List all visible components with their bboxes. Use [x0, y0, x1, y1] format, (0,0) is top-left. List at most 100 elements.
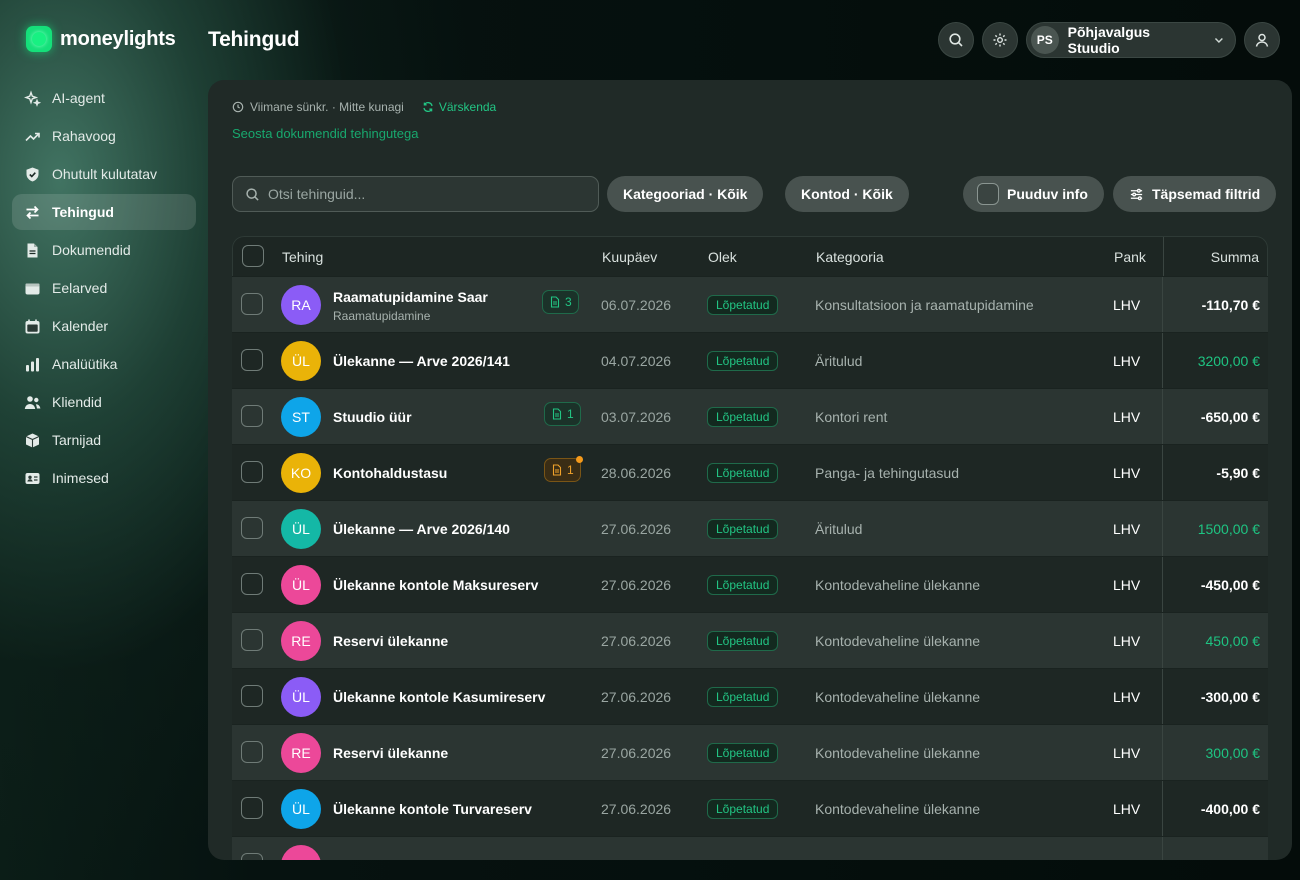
amount-cell: -110,70 €: [1162, 277, 1268, 333]
refresh-button[interactable]: Värskenda: [422, 100, 496, 114]
row-checkbox[interactable]: [241, 797, 263, 819]
search-icon: [246, 187, 259, 201]
transaction-category[interactable]: Äritulud: [815, 353, 862, 369]
sliders-icon: [1130, 188, 1143, 200]
search-input[interactable]: [268, 186, 568, 202]
sync-status: Viimane sünkr. · Mitte kunagi Värskenda: [232, 100, 496, 114]
documents-badge[interactable]: 1: [544, 402, 581, 426]
sidebar-item-tarnijad[interactable]: Tarnijad: [12, 422, 196, 458]
transaction-category[interactable]: Kontodevaheline ülekanne: [815, 577, 980, 593]
transaction-date: 27.06.2026: [601, 801, 672, 817]
categories-filter[interactable]: Kategooriad · Kõik: [607, 176, 764, 212]
sidebar-item-inimesed[interactable]: Inimesed: [12, 460, 196, 496]
transaction-category[interactable]: Konsultatsioon ja raamatupidamine: [815, 297, 1034, 313]
transaction-date: 28.06.2026: [601, 465, 672, 481]
transaction-category[interactable]: Kontori rent: [815, 409, 887, 425]
warning-dot: [575, 456, 583, 463]
gear-icon: [993, 33, 1007, 47]
table-header: Tehing Kuupäev Olek Kategooria Pank Summ…: [232, 236, 1268, 277]
sidebar-item-kliendid[interactable]: Kliendid: [12, 384, 196, 420]
sidebar-item-ohutult-kulutatav[interactable]: Ohutult kulutatav: [12, 156, 196, 192]
transaction-category[interactable]: Kontodevaheline ülekanne: [815, 745, 980, 761]
sidebar-item-rahavoog[interactable]: Rahavoog: [12, 118, 196, 154]
select-all-checkbox[interactable]: [242, 245, 264, 267]
row-checkbox[interactable]: [241, 405, 263, 427]
row-checkbox[interactable]: [241, 573, 263, 595]
transaction-amount: 300,00 €: [1205, 745, 1261, 761]
table-row[interactable]: ST Stuudio üür 1 03.07.2026 Lõpetatud Kontori…: [232, 388, 1268, 445]
table-row[interactable]: ÜL Ülekanne — Arve 2026/141 04.07.2026 Lõpe…: [232, 332, 1268, 389]
advanced-filters-button[interactable]: Täpsemad filtrid: [1113, 176, 1277, 212]
sidebar-item-eelarved[interactable]: Eelarved: [12, 270, 196, 306]
table-row[interactable]: KO Kontohaldustasu 1 28.06.2026 Lõpetatud Pan…: [232, 444, 1268, 501]
transaction-bank: LHV: [1113, 297, 1141, 313]
transaction-bank: LHV: [1113, 801, 1141, 817]
table-row[interactable]: ÜL Ülekanne kontole Kasumireserv 27.06.202…: [232, 668, 1268, 725]
accounts-filter[interactable]: Kontod · Kõik: [785, 176, 909, 212]
row-checkbox[interactable]: [241, 629, 263, 651]
settings-button[interactable]: [982, 22, 1018, 58]
sidebar-item-dokumendid[interactable]: Dokumendid: [12, 232, 196, 268]
transaction-category[interactable]: Kontodevaheline ülekanne: [815, 633, 980, 649]
row-checkbox[interactable]: [241, 517, 263, 539]
transaction-category[interactable]: Kontodevaheline ülekanne: [815, 801, 980, 817]
table-row[interactable]: RE Reservi ülekanne 27.06.2026 Lõpetatud Kon…: [232, 724, 1268, 781]
status-badge: Lõpetatud: [707, 295, 779, 315]
transaction-amount: 450,00 €: [1205, 633, 1261, 649]
row-checkbox[interactable]: [241, 293, 263, 315]
missing-info-filter[interactable]: Puuduv info: [963, 176, 1104, 212]
column-status[interactable]: Olek: [708, 249, 737, 265]
search-button[interactable]: [938, 22, 974, 58]
avatar: [281, 845, 321, 860]
avatar: ÜL: [281, 341, 321, 381]
row-checkbox[interactable]: [241, 685, 263, 707]
sidebar-item-ai-agent[interactable]: AI-agent: [12, 80, 196, 116]
column-category[interactable]: Kategooria: [816, 249, 884, 265]
sidebar-item-kalender[interactable]: Kalender: [12, 308, 196, 344]
transaction-bank: LHV: [1113, 409, 1141, 425]
transaction-amount: -400,00 €: [1200, 801, 1260, 817]
transaction-category[interactable]: Panga- ja tehingutasud: [815, 465, 959, 481]
table-row[interactable]: ÜL Ülekanne — Arve 2026/140 27.06.2026 Lõpe…: [232, 500, 1268, 557]
transaction-category[interactable]: Kontodevaheline ülekanne: [815, 689, 980, 705]
documents-badge[interactable]: 3: [542, 290, 579, 314]
transaction-date: 27.06.2026: [601, 633, 672, 649]
column-bank[interactable]: Pank: [1114, 249, 1146, 265]
missing-info-checkbox[interactable]: [977, 183, 999, 205]
refresh-icon: [423, 102, 433, 112]
sidebar-item-tehingud[interactable]: Tehingud: [12, 194, 196, 230]
row-checkbox[interactable]: [241, 853, 263, 860]
sidebar-item-label: Inimesed: [52, 470, 109, 486]
transaction-name: Ülekanne kontole Maksureserv: [333, 577, 539, 593]
table-row[interactable]: ÜL Ülekanne kontole Maksureserv 27.06.2026…: [232, 556, 1268, 613]
table-row[interactable]: RE Reservi ülekanne 27.06.2026 Lõpetatud Kon…: [232, 612, 1268, 669]
column-date[interactable]: Kuupäev: [602, 249, 657, 265]
document-icon: [24, 242, 41, 259]
logo[interactable]: moneylights: [26, 26, 176, 52]
transaction-name: Stuudio üür: [333, 409, 412, 425]
amount-cell: [1162, 837, 1268, 860]
transaction-date: 04.07.2026: [601, 353, 672, 369]
transaction-bank: LHV: [1113, 465, 1141, 481]
swap-arrows-icon: [24, 204, 41, 221]
table-row[interactable]: [232, 836, 1268, 860]
box-icon: [24, 432, 41, 449]
transaction-bank: LHV: [1113, 521, 1141, 537]
link-documents-link[interactable]: Seosta dokumendid tehingutega: [232, 126, 418, 141]
transaction-name: Kontohaldustasu: [333, 465, 448, 481]
row-checkbox[interactable]: [241, 349, 263, 371]
user-button[interactable]: [1244, 22, 1280, 58]
row-checkbox[interactable]: [241, 461, 263, 483]
documents-badge[interactable]: 1: [544, 456, 583, 482]
transaction-category[interactable]: Äritulud: [815, 521, 862, 537]
transaction-date: 27.06.2026: [601, 689, 672, 705]
column-amount[interactable]: Summa: [1211, 249, 1259, 265]
organization-selector[interactable]: PS Põhjavalgus Stuudio: [1026, 22, 1236, 58]
transaction-bank: LHV: [1113, 689, 1141, 705]
search-field[interactable]: [232, 176, 599, 212]
row-checkbox[interactable]: [241, 741, 263, 763]
column-transaction[interactable]: Tehing: [282, 249, 323, 265]
table-row[interactable]: RA Raamatupidamine Saar Raamatupidamine 3 06…: [232, 276, 1268, 333]
table-row[interactable]: ÜL Ülekanne kontole Turvareserv 27.06.2026…: [232, 780, 1268, 837]
sidebar-item-anal-tika[interactable]: Analüütika: [12, 346, 196, 382]
